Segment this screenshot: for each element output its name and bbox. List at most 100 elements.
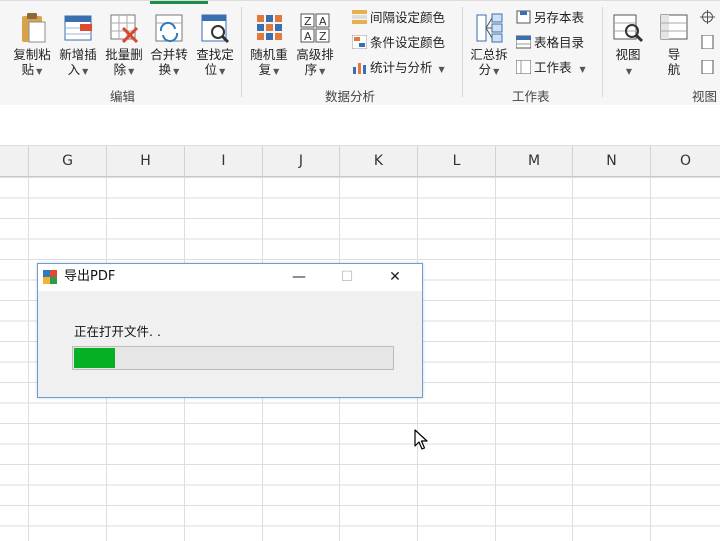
column-header-row: G H I J K L M N O (0, 146, 720, 177)
random-repeat-icon (253, 11, 285, 45)
summary-split-label: 汇总拆 (470, 47, 508, 62)
chevron-down-icon: ▼ (579, 65, 586, 74)
formula-bar-area[interactable] (0, 105, 720, 146)
find-icon (199, 11, 231, 45)
svg-text:Z: Z (319, 30, 327, 43)
insert-label-2: 入 (67, 62, 81, 77)
random-repeat-label-2: 复 (258, 62, 272, 77)
advanced-sort-label: 高级排 (296, 47, 334, 62)
statistics-icon (352, 60, 367, 74)
summary-split-label-2: 分 (478, 62, 492, 77)
column-gridline (28, 177, 29, 541)
column-gridline (495, 177, 496, 541)
summary-split-icon (473, 11, 505, 45)
summary-split-button[interactable]: 汇总拆 分 ▼ (466, 11, 512, 79)
merge-convert-label-2: 换 (158, 62, 172, 77)
svg-text:A: A (319, 15, 327, 28)
advanced-sort-button[interactable]: ZAAZ 高级排 序 ▼ (292, 11, 338, 79)
column-header[interactable]: O (651, 146, 720, 176)
chevron-down-icon: ▼ (36, 67, 43, 76)
group-separator (602, 7, 603, 97)
column-header[interactable]: M (496, 146, 573, 176)
copy-paste-label: 复制粘 (13, 47, 51, 62)
dialog-title-bar[interactable]: 导出PDF — ☐ ✕ (38, 264, 422, 291)
random-repeat-label: 随机重 (250, 47, 288, 62)
column-header[interactable]: L (418, 146, 496, 176)
random-repeat-button[interactable]: 随机重 复 ▼ (246, 11, 292, 79)
navigate-button[interactable]: 导 航 (652, 11, 696, 77)
delete-grid-icon (108, 11, 140, 45)
insert-button[interactable]: 新增插 入 ▼ (55, 11, 101, 79)
table-index-icon (515, 35, 532, 49)
table-index-button[interactable]: 表格目录 (515, 33, 584, 53)
chevron-down-icon: ▼ (319, 67, 326, 76)
merge-convert-label: 合并转 (150, 47, 188, 62)
group-label-view: 视图 (692, 89, 718, 104)
svg-text:A: A (304, 30, 312, 43)
view-small-button-3[interactable] (700, 58, 718, 78)
merge-icon (153, 11, 185, 45)
group-label-sheet: 工作表 (512, 89, 550, 104)
merge-convert-button[interactable]: 合并转 换 ▼ (146, 11, 192, 79)
batch-delete-label-2: 除 (113, 62, 127, 77)
document-icon (700, 34, 715, 50)
column-header[interactable]: J (263, 146, 340, 176)
view-magnifier-icon (612, 11, 644, 45)
view-small-button-2[interactable] (700, 33, 718, 53)
insert-label: 新增插 (59, 47, 97, 62)
chevron-down-icon: ▼ (438, 65, 445, 74)
worksheet-icon (515, 59, 532, 75)
condition-color-label: 条件设定颜色 (370, 35, 446, 50)
maximize-button[interactable]: ☐ (324, 264, 370, 291)
view-button[interactable]: 视图 ▼ (606, 11, 650, 79)
save-sheet-button[interactable]: 另存本表 (516, 8, 584, 28)
minimize-button[interactable]: — (276, 264, 322, 291)
find-locate-label-2: 位 (204, 62, 218, 77)
active-tab-indicator (150, 1, 208, 4)
chevron-down-icon: ▼ (128, 67, 135, 76)
batch-delete-label: 批量删 (105, 47, 143, 62)
navigate-label-2: 航 (667, 62, 681, 77)
striped-rows-icon (352, 10, 367, 24)
column-gridline (572, 177, 573, 541)
insert-icon (62, 11, 94, 45)
group-label-data: 数据分析 (325, 89, 376, 104)
app-icon (43, 270, 57, 284)
column-header[interactable]: I (185, 146, 263, 176)
column-header-partial[interactable] (0, 146, 29, 176)
chevron-down-icon: ▼ (273, 67, 280, 76)
chevron-down-icon: ▼ (493, 67, 500, 76)
find-locate-button[interactable]: 查找定 位 ▼ (192, 11, 238, 79)
ribbon: 复制粘 贴 ▼ 新增插 入 ▼ 批量删 除 ▼ 合并转 换 ▼ 查找定 位 ▼ 编辑 (0, 0, 720, 106)
worksheet-button[interactable]: 工作表 ▼ (515, 58, 586, 78)
dialog-title: 导出PDF (64, 269, 116, 284)
column-header[interactable]: N (573, 146, 651, 176)
navigate-icon (658, 11, 690, 45)
save-copy-icon (516, 10, 531, 24)
column-header[interactable]: K (340, 146, 418, 176)
view-small-button-1[interactable] (700, 8, 718, 28)
close-button[interactable]: ✕ (372, 264, 418, 291)
condition-color-icon (351, 34, 368, 50)
mouse-pointer-icon (414, 429, 428, 451)
clipboard-icon (16, 11, 48, 45)
copy-paste-button[interactable]: 复制粘 贴 ▼ (9, 11, 55, 79)
status-text: 正在打开文件. . (74, 324, 161, 339)
column-header[interactable]: G (29, 146, 107, 176)
interval-color-label: 间隔设定颜色 (370, 10, 446, 25)
batch-delete-button[interactable]: 批量删 除 ▼ (101, 11, 147, 79)
condition-color-button[interactable]: 条件设定颜色 (351, 33, 446, 53)
save-sheet-label: 另存本表 (534, 10, 585, 25)
chevron-down-icon: ▼ (173, 67, 180, 76)
column-header[interactable]: H (107, 146, 185, 176)
group-separator (462, 7, 463, 97)
progress-fill (74, 348, 115, 368)
worksheet-label: 工作表 (534, 60, 572, 75)
stats-analysis-button[interactable]: 统计与分析 ▼ (352, 58, 445, 78)
interval-color-button[interactable]: 间隔设定颜色 (352, 8, 445, 28)
stats-analysis-label: 统计与分析 (370, 60, 433, 75)
advanced-sort-label-2: 序 (304, 62, 318, 77)
chevron-down-icon: ▼ (219, 67, 226, 76)
view-label: 视图 (615, 47, 641, 62)
document-icon (700, 59, 715, 75)
